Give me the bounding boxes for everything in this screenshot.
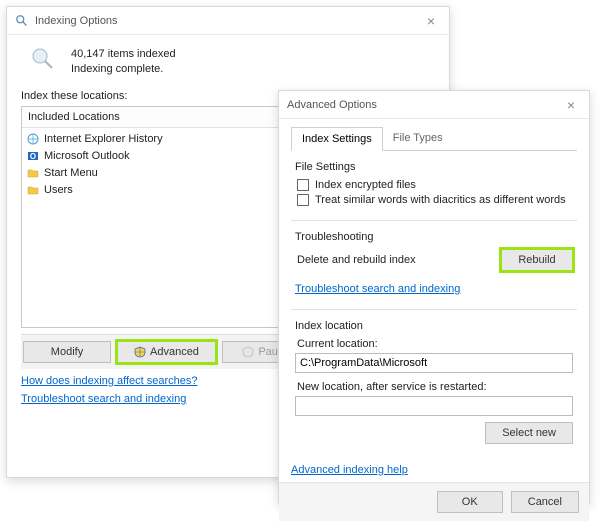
advanced-button[interactable]: Advanced bbox=[117, 341, 216, 363]
rebuild-button[interactable]: Rebuild bbox=[501, 249, 573, 271]
delete-rebuild-label: Delete and rebuild index bbox=[297, 254, 416, 266]
list-item-label: Microsoft Outlook bbox=[44, 150, 317, 162]
close-icon[interactable]: × bbox=[561, 95, 581, 115]
indexing-status-text: Indexing complete. bbox=[71, 63, 176, 75]
tabs: Index Settings File Types bbox=[291, 127, 577, 151]
dialog-footer: OK Cancel bbox=[279, 482, 589, 521]
outlook-icon: O bbox=[26, 150, 40, 162]
window-title: Indexing Options bbox=[35, 15, 421, 27]
link-troubleshoot[interactable]: Troubleshoot search and indexing bbox=[21, 393, 186, 405]
tab-index-settings[interactable]: Index Settings bbox=[291, 127, 383, 151]
modify-button[interactable]: Modify bbox=[23, 341, 111, 363]
file-settings-group: File Settings Index encrypted files Trea… bbox=[291, 161, 577, 206]
advanced-options-window: Advanced Options × Index Settings File T… bbox=[278, 90, 590, 504]
indexing-big-icon bbox=[29, 45, 57, 73]
select-new-button[interactable]: Select new bbox=[485, 422, 573, 444]
advanced-content: Index Settings File Types File Settings … bbox=[279, 119, 589, 482]
link-how-indexing[interactable]: How does indexing affect searches? bbox=[21, 375, 198, 387]
troubleshooting-label: Troubleshooting bbox=[295, 231, 573, 243]
checkbox-diacritics[interactable] bbox=[297, 194, 309, 206]
link-advanced-help[interactable]: Advanced indexing help bbox=[291, 464, 408, 476]
close-icon[interactable]: × bbox=[421, 11, 441, 31]
list-item-label: Internet Explorer History bbox=[44, 133, 317, 145]
link-troubleshoot[interactable]: Troubleshoot search and indexing bbox=[295, 283, 460, 295]
checkbox-diacritics-label: Treat similar words with diacritics as d… bbox=[315, 194, 566, 206]
new-location-label: New location, after service is restarted… bbox=[297, 381, 573, 393]
titlebar-indexing: Indexing Options × bbox=[7, 7, 449, 35]
svg-text:O: O bbox=[30, 152, 36, 161]
index-location-group: Index location Current location: New loc… bbox=[291, 320, 577, 444]
current-location-input[interactable] bbox=[295, 353, 573, 373]
checkbox-encrypted-row[interactable]: Index encrypted files bbox=[297, 179, 573, 191]
checkbox-encrypted[interactable] bbox=[297, 179, 309, 191]
current-location-label: Current location: bbox=[297, 338, 573, 350]
list-item-label: Start Menu bbox=[44, 167, 317, 179]
titlebar-advanced: Advanced Options × bbox=[279, 91, 589, 119]
shield-icon bbox=[242, 346, 254, 358]
shield-icon bbox=[134, 346, 146, 358]
indexing-icon bbox=[15, 14, 29, 28]
col-included: Included Locations bbox=[22, 107, 319, 127]
new-location-input[interactable] bbox=[295, 396, 573, 416]
window-title: Advanced Options bbox=[287, 99, 561, 111]
checkbox-diacritics-row[interactable]: Treat similar words with diacritics as d… bbox=[297, 194, 573, 206]
list-item-label: Users bbox=[44, 184, 317, 196]
items-indexed-text: 40,147 items indexed bbox=[71, 48, 176, 60]
tab-file-types[interactable]: File Types bbox=[383, 127, 453, 150]
troubleshooting-group: Troubleshooting Delete and rebuild index… bbox=[291, 231, 577, 295]
advanced-button-label: Advanced bbox=[150, 346, 199, 358]
globe-icon bbox=[26, 133, 40, 145]
folder-icon bbox=[26, 184, 40, 196]
index-location-label: Index location bbox=[295, 320, 573, 332]
file-settings-label: File Settings bbox=[295, 161, 573, 173]
checkbox-encrypted-label: Index encrypted files bbox=[315, 179, 416, 191]
folder-icon bbox=[26, 167, 40, 179]
